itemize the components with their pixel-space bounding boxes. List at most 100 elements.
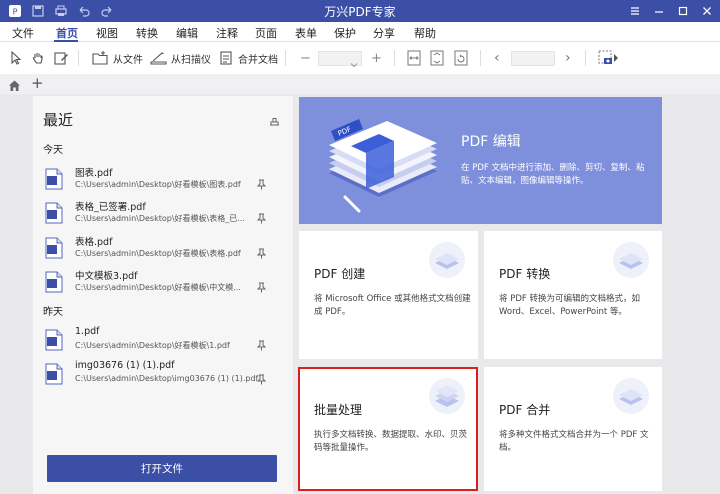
file-name: img03676 (1) (1).pdf: [75, 360, 175, 371]
recent-file-item[interactable]: 表格_已签署.pdf C:\Users\admin\Desktop\好看模板\表…: [45, 199, 285, 229]
recent-file-item[interactable]: 中文模板3.pdf C:\Users\admin\Desktop\好看模板\中文…: [45, 268, 285, 298]
chevron-right-icon: [613, 53, 619, 63]
menu-file[interactable]: 文件: [12, 25, 34, 41]
pdf-file-icon: [45, 363, 63, 389]
zoom-in-label: +: [371, 50, 382, 66]
pdf-file-icon: [45, 329, 63, 355]
open-file-button[interactable]: 打开文件: [47, 455, 277, 482]
rotate-icon: [454, 50, 468, 66]
pdf-convert-title: PDF 转换: [499, 267, 551, 281]
recent-file-item[interactable]: 表格.pdf C:\Users\admin\Desktop\好看模板\表格.pd…: [45, 234, 285, 264]
pdf-create-title: PDF 创建: [314, 267, 366, 281]
scanner-icon: [150, 50, 167, 66]
from-file-label: 从文件: [113, 54, 143, 66]
from-file-button[interactable]: 从文件: [92, 49, 143, 67]
fit-page-icon: [430, 50, 444, 66]
file-name: 图表.pdf: [75, 168, 113, 179]
menu-page[interactable]: 页面: [255, 25, 277, 41]
menu-view[interactable]: 视图: [96, 25, 118, 41]
pdf-stack-illustration-icon: PDF: [319, 111, 444, 220]
pin-icon[interactable]: [256, 370, 267, 389]
toolbar: 从文件 从扫描仪 合并文档 − + ‹ ›: [0, 42, 720, 74]
rotate-button[interactable]: [454, 49, 468, 67]
pin-icon[interactable]: [256, 244, 267, 263]
hand-tool[interactable]: [30, 49, 46, 67]
close-icon[interactable]: [698, 2, 716, 20]
fit-width-button[interactable]: [407, 49, 421, 67]
file-path: C:\Users\admin\Desktop\好看模板\1.pdf: [75, 341, 230, 350]
section-today: 今天: [43, 145, 63, 156]
home-icon: [8, 77, 21, 96]
recent-file-item[interactable]: img03676 (1) (1).pdf C:\Users\admin\Desk…: [45, 360, 285, 390]
from-scanner-label: 从扫描仪: [171, 54, 211, 66]
pin-icon[interactable]: [256, 175, 267, 194]
home-tab[interactable]: [8, 77, 21, 96]
prev-page-button[interactable]: ‹: [494, 49, 500, 67]
pdf-file-icon: [45, 168, 63, 194]
pdf-convert-icon: [612, 241, 650, 283]
combine-button[interactable]: 合并文档: [218, 49, 278, 67]
pdf-edit-description: 在 PDF 文档中进行添加、删除、剪切、复制、粘贴、文本编辑，图像编辑等操作。: [461, 163, 645, 186]
fit-page-button[interactable]: [430, 49, 444, 67]
edit-tool[interactable]: [53, 49, 69, 67]
pin-icon[interactable]: [256, 278, 267, 297]
file-path: C:\Users\admin\Desktop\好看模板\中文模...: [75, 283, 241, 292]
recent-file-item[interactable]: 1.pdf C:\Users\admin\Desktop\好看模板\1.pdf: [45, 326, 285, 356]
pdf-edit-title: PDF 编辑: [461, 134, 521, 150]
file-name: 表格_已签署.pdf: [75, 202, 146, 213]
pdf-merge-title: PDF 合并: [499, 403, 551, 417]
select-tool[interactable]: [8, 49, 24, 67]
toolbar-divider: [585, 50, 586, 66]
zoom-in-button[interactable]: +: [371, 49, 382, 67]
menu-comment[interactable]: 注释: [216, 25, 238, 41]
minimize-icon[interactable]: [650, 2, 668, 20]
chevron-down-icon: [350, 54, 358, 73]
toolbar-more-button[interactable]: [613, 49, 619, 67]
folder-plus-icon: [92, 50, 109, 66]
highlight-box: [298, 367, 478, 491]
pdf-edit-card[interactable]: PDF PDF 编辑 在 PDF 文档中进行添加、删除、剪切、复制、粘贴、文本编…: [299, 97, 662, 224]
toolbar-divider: [285, 50, 286, 66]
maximize-icon[interactable]: [674, 2, 692, 20]
page-number-input[interactable]: [511, 51, 555, 66]
tab-bar: +: [0, 74, 720, 94]
pdf-file-icon: [45, 271, 63, 297]
pdf-convert-card[interactable]: PDF 转换 将 PDF 转换为可编辑的文档格式，如 Word、Excel、Po…: [484, 231, 662, 359]
file-name: 表格.pdf: [75, 237, 113, 248]
recent-files-panel: 最近 今天 图表.pdf C:\Users\admin\Desktop\好看模板…: [33, 96, 293, 494]
pdf-create-card[interactable]: PDF 创建 将 Microsoft Office 或其他格式文档创建成 PDF…: [299, 231, 478, 359]
menu-form[interactable]: 表单: [295, 25, 317, 41]
pdf-file-icon: [45, 202, 63, 228]
pin-icon[interactable]: [256, 336, 267, 355]
menu-help[interactable]: 帮助: [414, 25, 436, 41]
menu-edit[interactable]: 编辑: [176, 25, 198, 41]
fit-width-icon: [407, 50, 421, 66]
file-name: 1.pdf: [75, 326, 100, 337]
zoom-select[interactable]: [318, 51, 362, 68]
from-scanner-button[interactable]: 从扫描仪: [150, 49, 211, 67]
recent-file-item[interactable]: 图表.pdf C:\Users\admin\Desktop\好看模板\图表.pd…: [45, 165, 285, 195]
clear-recent-button[interactable]: [269, 112, 280, 131]
pdf-merge-card[interactable]: PDF 合并 将多种文件格式文档合并为一个 PDF 文档。: [484, 367, 662, 491]
pdf-create-description: 将 Microsoft Office 或其他格式文档创建成 PDF。: [314, 294, 471, 317]
prev-page-label: ‹: [494, 50, 500, 66]
menu-protect[interactable]: 保护: [334, 25, 356, 41]
zoom-out-label: −: [300, 50, 311, 66]
add-tab-button[interactable]: +: [31, 74, 44, 92]
menu-home[interactable]: 首页: [56, 25, 78, 41]
menu-share[interactable]: 分享: [373, 25, 395, 41]
file-path: C:\Users\admin\Desktop\好看模板\表格.pdf: [75, 249, 241, 258]
file-path: C:\Users\admin\Desktop\好看模板\表格_已...: [75, 214, 245, 223]
file-name: 中文模板3.pdf: [75, 271, 138, 282]
pin-icon[interactable]: [256, 209, 267, 228]
toolbar-divider: [480, 50, 481, 66]
pdf-merge-description: 将多种文件格式文档合并为一个 PDF 文档。: [499, 430, 649, 453]
menu-icon[interactable]: [626, 2, 644, 20]
next-page-button[interactable]: ›: [565, 49, 571, 67]
recent-title: 最近: [43, 111, 74, 129]
zoom-out-button[interactable]: −: [300, 49, 311, 67]
menu-convert[interactable]: 转换: [136, 25, 158, 41]
toolbar-divider: [78, 50, 79, 66]
combine-label: 合并文档: [238, 54, 278, 66]
pdf-convert-description: 将 PDF 转换为可编辑的文档格式，如 Word、Excel、PowerPoin…: [499, 294, 640, 317]
